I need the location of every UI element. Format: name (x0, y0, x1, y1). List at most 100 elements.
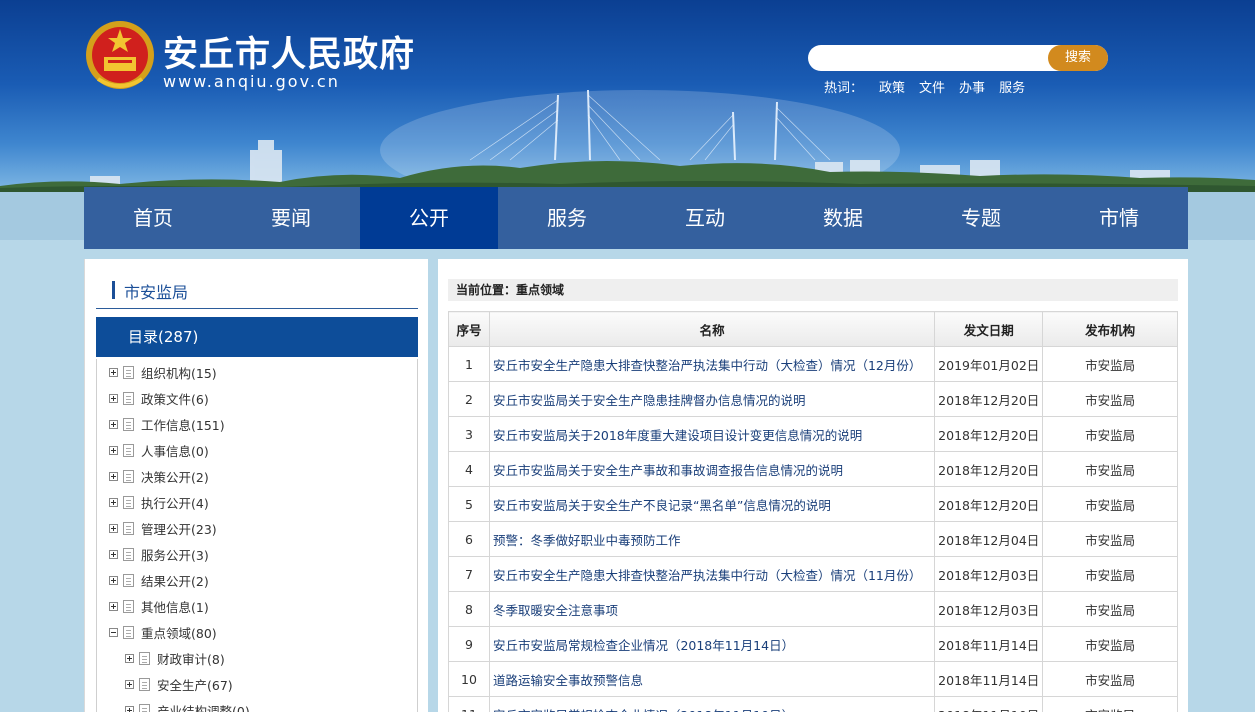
table-row: 6 预警：冬季做好职业中毒预防工作 2018年12月04日 市安监局 (448, 521, 1178, 557)
row-title-link[interactable]: 安丘市安监局关于安全生产隐患挂牌督办信息情况的说明 (488, 381, 936, 417)
tree-subitem[interactable]: 安全生产(67) (125, 674, 233, 694)
row-date: 2018年12月04日 (934, 521, 1044, 557)
row-publisher: 市安监局 (1042, 556, 1178, 592)
column-header-title: 名称 (488, 311, 936, 347)
search-input[interactable] (822, 48, 1042, 68)
column-header-index: 序号 (448, 311, 490, 347)
expand-icon[interactable] (109, 523, 118, 533)
row-date: 2018年11月14日 (934, 661, 1044, 697)
sidebar-header: 市安监局 (96, 279, 418, 309)
catalog-header[interactable]: 目录(287) (96, 317, 418, 357)
table-row: 7 安丘市安全生产隐患大排查快整治严执法集中行动（大检查）情况（11月份） 2018… (448, 556, 1178, 592)
expand-icon[interactable] (109, 601, 118, 611)
row-publisher: 市安监局 (1042, 521, 1178, 557)
row-date: 2018年12月20日 (934, 486, 1044, 522)
breadcrumb: 当前位置：重点领域 (448, 279, 1178, 301)
nav-item-home[interactable]: 首页 (84, 187, 222, 249)
tree-item[interactable]: 政策文件(6) (109, 388, 209, 408)
tree-subitem[interactable]: 财政审计(8) (125, 648, 225, 668)
row-title-link[interactable]: 安丘市安全生产隐患大排查快整治严执法集中行动（大检查）情况（11月份） (488, 556, 936, 592)
table-header-row: 序号 名称 发文日期 发布机构 (448, 311, 1178, 347)
tree-item[interactable]: 执行公开(4) (109, 492, 209, 512)
sidebar: 市安监局 目录(287) 组织机构(15) 政策文件(6) 工作信息(151) … (84, 259, 428, 712)
tree-item[interactable]: 工作信息(151) (109, 414, 225, 434)
site-url: www.anqiu.gov.cn (163, 72, 340, 91)
row-title-link[interactable]: 安丘市安监局关于安全生产不良记录“黑名单”信息情况的说明 (488, 486, 936, 522)
expand-icon[interactable] (109, 367, 118, 377)
row-title-link[interactable]: 安丘市安监局关于2018年度重大建设项目设计变更信息情况的说明 (488, 416, 936, 452)
document-icon (123, 599, 134, 613)
tree-item[interactable]: 服务公开(3) (109, 544, 209, 564)
row-index: 7 (448, 556, 490, 592)
row-date: 2018年11月10日 (934, 696, 1044, 712)
nav-item-news[interactable]: 要闻 (222, 187, 360, 249)
tree-item[interactable]: 结果公开(2) (109, 570, 209, 590)
row-index: 9 (448, 626, 490, 662)
expand-icon[interactable] (109, 445, 118, 455)
row-date: 2018年12月03日 (934, 556, 1044, 592)
expand-icon[interactable] (109, 471, 118, 481)
expand-icon[interactable] (125, 679, 134, 689)
expand-icon[interactable] (109, 497, 118, 507)
breadcrumb-current[interactable]: 重点领域 (516, 283, 564, 297)
document-icon (123, 547, 134, 561)
expand-icon[interactable] (109, 393, 118, 403)
row-title-link[interactable]: 预警：冬季做好职业中毒预防工作 (488, 521, 936, 557)
expand-icon[interactable] (109, 419, 118, 429)
expand-icon[interactable] (109, 549, 118, 559)
row-title-link[interactable]: 安丘市安监局关于安全生产事故和事故调查报告信息情况的说明 (488, 451, 936, 487)
expand-icon[interactable] (125, 653, 134, 663)
search-button[interactable]: 搜索 (1048, 45, 1108, 71)
tree-subitem[interactable]: 产业结构调整(0) (125, 700, 250, 712)
row-index: 8 (448, 591, 490, 627)
row-index: 6 (448, 521, 490, 557)
document-icon (123, 365, 134, 379)
collapse-icon[interactable] (109, 627, 118, 637)
row-publisher: 市安监局 (1042, 486, 1178, 522)
row-index: 4 (448, 451, 490, 487)
nav-item-city-info[interactable]: 市情 (1050, 187, 1188, 249)
tree-item[interactable]: 组织机构(15) (109, 362, 217, 382)
catalog-tree: 组织机构(15) 政策文件(6) 工作信息(151) 人事信息(0) 决策公开(… (96, 359, 418, 712)
sidebar-title: 市安监局 (124, 283, 189, 302)
document-table: 序号 名称 发文日期 发布机构 1 安丘市安全生产隐患大排查快整治严执法集中行动（… (448, 311, 1178, 712)
table-row: 1 安丘市安全生产隐患大排查快整治严执法集中行动（大检查）情况（12月份） 2019… (448, 346, 1178, 382)
row-title-link[interactable]: 安丘市安监局常规检查企业情况（2018年11月14日） (488, 626, 936, 662)
nav-item-service[interactable]: 服务 (498, 187, 636, 249)
row-publisher: 市安监局 (1042, 696, 1178, 712)
document-icon (123, 443, 134, 457)
nav-item-interaction[interactable]: 互动 (636, 187, 774, 249)
row-title-link[interactable]: 安丘市安全生产隐患大排查快整治严执法集中行动（大检查）情况（12月份） (488, 346, 936, 382)
document-icon (123, 469, 134, 483)
nav-item-topics[interactable]: 专题 (912, 187, 1050, 249)
hotword-link[interactable]: 文件 (919, 77, 945, 96)
search-box: 搜索 (808, 45, 1108, 71)
tree-item-expanded[interactable]: 重点领域(80) (109, 622, 217, 642)
row-title-link[interactable]: 道路运输安全事故预警信息 (488, 661, 936, 697)
hotword-link[interactable]: 政策 (879, 77, 905, 96)
tree-item[interactable]: 其他信息(1) (109, 596, 209, 616)
national-emblem-icon (86, 21, 154, 89)
nav-item-open[interactable]: 公开 (360, 187, 498, 249)
hotword-link[interactable]: 服务 (999, 77, 1025, 96)
tree-item[interactable]: 人事信息(0) (109, 440, 209, 460)
table-row: 11安丘市安监局常规检查企业情况（2018年11月10日）2018年11月10日… (448, 696, 1178, 712)
breadcrumb-label: 当前位置： (456, 283, 517, 297)
nav-item-data[interactable]: 数据 (774, 187, 912, 249)
main-nav: 首页 要闻 公开 服务 互动 数据 专题 市情 (84, 187, 1188, 249)
row-index: 11 (448, 696, 490, 712)
row-index: 2 (448, 381, 490, 417)
column-header-date: 发文日期 (934, 311, 1044, 347)
tree-item-label: 组织机构(15) (141, 365, 217, 381)
tree-item[interactable]: 决策公开(2) (109, 466, 209, 486)
site-title: 安丘市人民政府 (163, 35, 416, 75)
tree-item[interactable]: 管理公开(23) (109, 518, 217, 538)
expand-icon[interactable] (109, 575, 118, 585)
hotword-link[interactable]: 办事 (959, 77, 985, 96)
row-title-link[interactable]: 安丘市安监局常规检查企业情况（2018年11月10日） (488, 696, 936, 712)
expand-icon[interactable] (125, 705, 134, 712)
row-title-link[interactable]: 冬季取暖安全注意事项 (488, 591, 936, 627)
row-date: 2019年01月02日 (934, 346, 1044, 382)
row-publisher: 市安监局 (1042, 381, 1178, 417)
row-date: 2018年11月14日 (934, 626, 1044, 662)
